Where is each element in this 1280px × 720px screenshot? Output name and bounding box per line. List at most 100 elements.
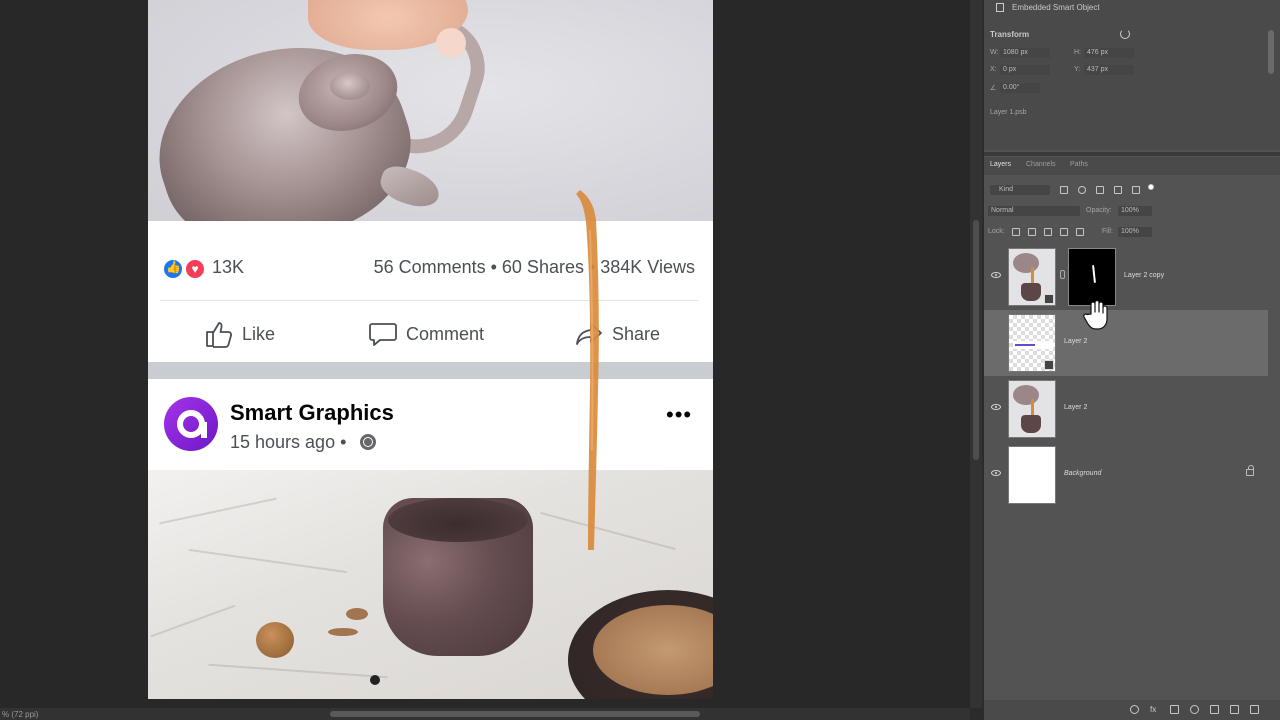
lock-label: Lock: <box>988 228 1005 235</box>
thumb-teapot <box>1013 253 1039 273</box>
like-label: Like <box>242 323 276 344</box>
angle-icon: ∠ <box>990 85 997 92</box>
new-group-icon[interactable] <box>1210 705 1219 714</box>
new-layer-icon[interactable] <box>1230 705 1239 714</box>
post-actions: Like Comment Share <box>148 307 713 359</box>
layer-row[interactable]: Layer 2 copy <box>984 244 1268 310</box>
adjustment-layer-icon[interactable] <box>1190 705 1199 714</box>
layer-name[interactable]: Layer 2 copy <box>1124 272 1164 279</box>
lock-artboard-icon[interactable] <box>1060 228 1068 236</box>
layer-row-selected[interactable]: Layer 2 <box>984 310 1268 376</box>
height-field[interactable]: 476 px <box>1084 48 1134 58</box>
brand-logo <box>177 410 207 438</box>
layer-thumbnail[interactable] <box>1008 446 1056 504</box>
lock-all-icon[interactable] <box>1076 228 1084 236</box>
smart-object-icon <box>996 3 1004 12</box>
globe-icon <box>360 434 376 450</box>
filter-shape-icon[interactable] <box>1114 186 1122 194</box>
crumb <box>346 608 368 620</box>
eye-icon[interactable] <box>991 404 1001 410</box>
x-label: X: <box>990 66 997 73</box>
filter-type-icon[interactable] <box>1096 186 1104 194</box>
reaction-count[interactable]: 13K <box>212 257 244 278</box>
layer-row[interactable]: Background <box>984 442 1268 508</box>
link-layers-icon[interactable] <box>1130 705 1139 714</box>
layer-thumbnail[interactable] <box>1008 248 1056 306</box>
artboard[interactable]: ♥ 13K 56 Comments • 60 Shares • 384K Vie… <box>148 0 713 699</box>
layer-name[interactable]: Layer 2 <box>1064 338 1087 345</box>
filter-pixel-icon[interactable] <box>1060 186 1068 194</box>
layer-row[interactable]: Layer 2 <box>984 376 1268 442</box>
author-name[interactable]: Smart Graphics <box>230 400 394 426</box>
divider <box>160 300 698 301</box>
linked-file-name: Layer 1.psb <box>990 109 1027 116</box>
post-stats[interactable]: 56 Comments • 60 Shares • 384K Views <box>374 257 695 278</box>
add-mask-icon[interactable] <box>1170 705 1179 714</box>
thumb-teapot <box>1013 385 1039 405</box>
layer-name[interactable]: Layer 2 <box>1064 404 1087 411</box>
crumb <box>328 628 358 636</box>
angle-field[interactable]: 0.00° <box>1000 83 1040 93</box>
more-icon[interactable]: ••• <box>666 402 692 428</box>
reset-icon[interactable] <box>1120 29 1130 39</box>
layer-thumbnail[interactable] <box>1008 314 1056 372</box>
properties-panel: Embedded Smart Object Transform W: 1080 … <box>984 0 1280 150</box>
tab-channels[interactable]: Channels <box>1026 161 1056 168</box>
filter-kind-select[interactable]: Kind <box>990 185 1050 195</box>
layer-thumbnail[interactable] <box>1008 380 1056 438</box>
fill-field[interactable]: 100% <box>1118 227 1152 237</box>
cloth-fold <box>150 604 236 638</box>
like-button[interactable]: Like <box>204 319 275 349</box>
avatar[interactable] <box>164 397 218 451</box>
smart-object-badge <box>1044 294 1054 304</box>
panel-divider[interactable] <box>984 152 1280 156</box>
width-field[interactable]: 1080 px <box>1000 48 1050 58</box>
lock-position-icon[interactable] <box>1044 228 1052 236</box>
cloth-fold <box>159 497 277 525</box>
eye-icon[interactable] <box>991 470 1001 476</box>
document-canvas[interactable]: ♥ 13K 56 Comments • 60 Shares • 384K Vie… <box>0 0 970 708</box>
like-reaction-icon <box>162 258 184 280</box>
tab-paths[interactable]: Paths <box>1070 161 1088 168</box>
layer-mask-thumbnail[interactable] <box>1068 248 1116 306</box>
lock-icon[interactable] <box>1246 465 1254 476</box>
delete-layer-icon[interactable] <box>1250 705 1259 714</box>
thumb-post <box>1013 341 1053 349</box>
hand-cursor <box>1083 300 1108 330</box>
filter-toggle-icon[interactable] <box>1148 184 1154 190</box>
tab-layers[interactable]: Layers <box>990 161 1011 168</box>
comment-button[interactable]: Comment <box>368 319 484 349</box>
opacity-label: Opacity: <box>1086 207 1112 214</box>
thumb-cup <box>1021 415 1041 433</box>
filter-kind-value: Kind <box>999 186 1014 193</box>
filter-adjustment-icon[interactable] <box>1078 186 1086 194</box>
teapot-photo <box>148 0 713 221</box>
y-label: Y: <box>1074 66 1081 73</box>
blend-mode-select[interactable]: Normal <box>988 206 1080 216</box>
post-stats-row: ♥ 13K 56 Comments • 60 Shares • 384K Vie… <box>148 247 713 291</box>
x-field[interactable]: 0 px <box>1000 65 1050 75</box>
hand-nail <box>436 28 466 58</box>
layer-name[interactable]: Background <box>1064 470 1101 477</box>
canvas-vertical-scrollbar[interactable] <box>970 0 982 708</box>
scroll-thumb[interactable] <box>973 220 979 460</box>
scroll-thumb[interactable] <box>330 711 700 717</box>
feed-separator <box>148 362 713 379</box>
lock-transparency-icon[interactable] <box>1012 228 1020 236</box>
link-icon[interactable] <box>1060 270 1065 279</box>
panel-scrollbar[interactable] <box>1268 30 1274 74</box>
eye-icon[interactable] <box>991 272 1001 278</box>
post-time[interactable]: 15 hours ago • <box>230 432 346 453</box>
lock-pixels-icon[interactable] <box>1028 228 1036 236</box>
filter-smart-object-icon[interactable] <box>1132 186 1140 194</box>
zoom-readout[interactable]: % (72 ppi) <box>2 710 38 719</box>
thumbs-up-icon <box>206 322 233 348</box>
y-field[interactable]: 437 px <box>1084 65 1134 75</box>
right-panels: Embedded Smart Object Transform W: 1080 … <box>984 0 1280 720</box>
fx-icon[interactable]: fx <box>1150 705 1156 714</box>
canvas-horizontal-scrollbar[interactable] <box>0 708 970 720</box>
nutmeg <box>256 622 294 658</box>
opacity-field[interactable]: 100% <box>1118 206 1152 216</box>
smart-object-badge <box>1044 360 1054 370</box>
transform-section: Transform <box>990 30 1030 39</box>
